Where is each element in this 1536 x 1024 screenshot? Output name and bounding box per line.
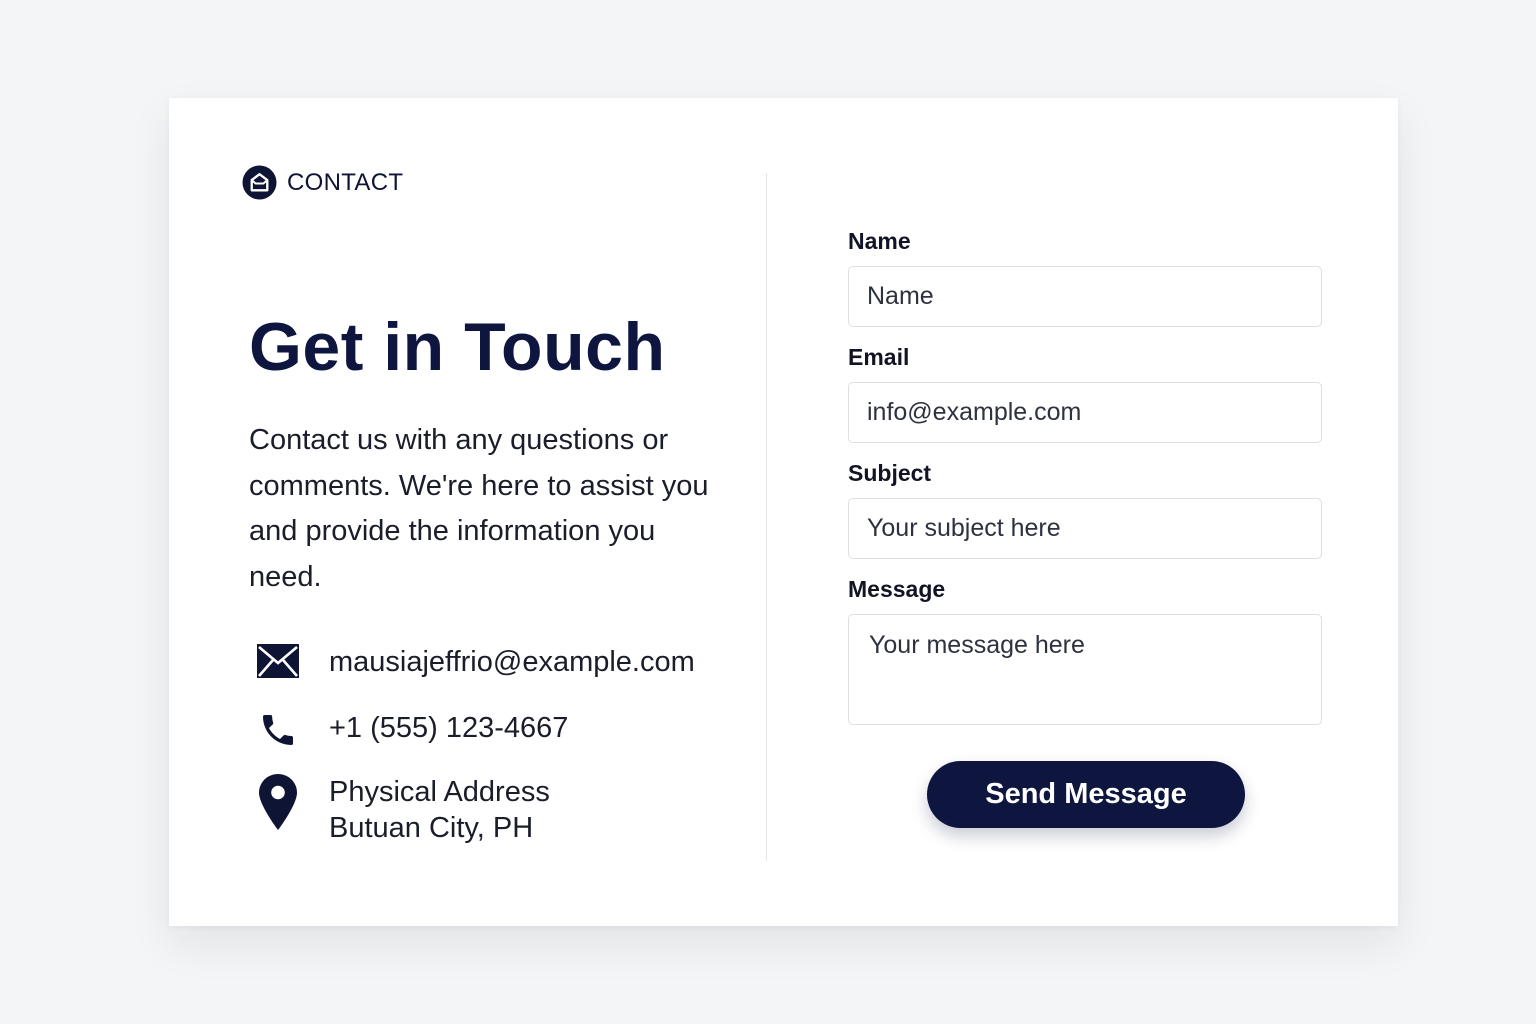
message-textarea[interactable] — [848, 614, 1322, 725]
column-divider — [766, 173, 767, 861]
email-input[interactable] — [848, 382, 1322, 443]
subject-label: Subject — [848, 460, 932, 486]
brand-label: CONTACT — [287, 168, 404, 196]
map-pin-icon — [249, 774, 307, 830]
envelope-icon — [249, 644, 307, 678]
address-line-1: Physical Address — [329, 776, 550, 808]
contact-address-row: Physical Address Butuan City, PH — [249, 774, 550, 846]
send-message-button[interactable]: Send Message — [927, 761, 1245, 828]
contact-card: CONTACT Get in Touch Contact us with any… — [169, 98, 1398, 926]
page-title: Get in Touch — [249, 309, 666, 385]
brand: CONTACT — [242, 165, 403, 200]
name-field-group: Name — [848, 226, 1322, 327]
intro-text: Contact us with any questions or comment… — [249, 424, 709, 593]
contact-email-link[interactable]: mausiajeffrio@example.com — [329, 644, 695, 680]
contact-phone-link[interactable]: +1 (555) 123-4667 — [329, 710, 568, 746]
email-label: Email — [848, 344, 910, 370]
message-field-group: Message — [848, 574, 1322, 725]
subject-input[interactable] — [848, 498, 1322, 559]
contact-phone-row: +1 (555) 123-4667 — [249, 710, 568, 750]
contact-email-row: mausiajeffrio@example.com — [249, 644, 695, 680]
subject-field-group: Subject — [848, 458, 1322, 559]
contact-form: Name Email Subject Message — [848, 226, 1322, 740]
contact-logo-icon — [242, 165, 277, 200]
name-label: Name — [848, 228, 911, 254]
email-field-group: Email — [848, 342, 1322, 443]
address-line-2: Butuan City, PH — [329, 812, 534, 844]
contact-address: Physical Address Butuan City, PH — [329, 774, 550, 846]
message-label: Message — [848, 576, 946, 602]
name-input[interactable] — [848, 266, 1322, 327]
phone-icon — [249, 710, 307, 750]
